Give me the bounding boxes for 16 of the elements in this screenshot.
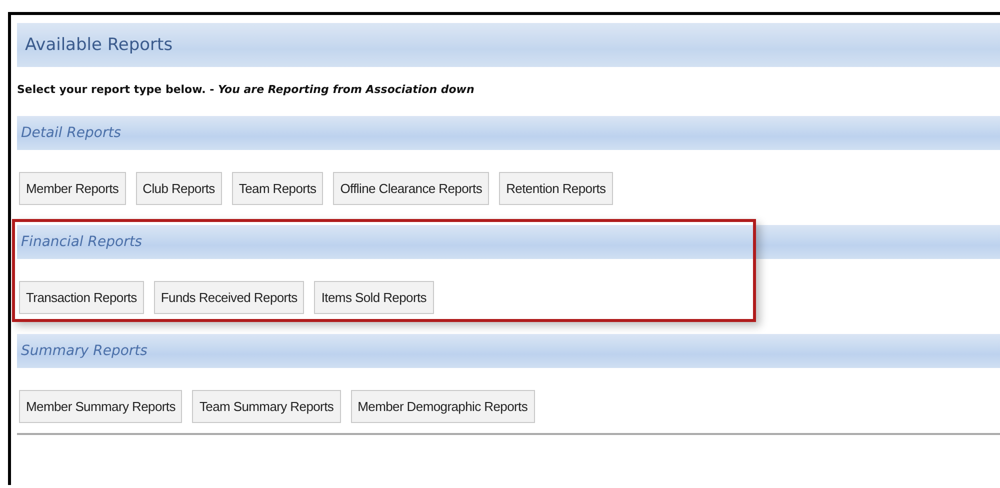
report-button[interactable]: Club Reports — [136, 172, 222, 205]
instruction-text: Select your report type below. - You are Reporting from Association down — [17, 83, 476, 96]
report-button[interactable]: Member Reports — [19, 172, 126, 205]
report-button[interactable]: Team Summary Reports — [192, 390, 341, 423]
report-button[interactable]: Funds Received Reports — [154, 281, 304, 314]
report-button[interactable]: Retention Reports — [499, 172, 613, 205]
report-button[interactable]: Items Sold Reports — [314, 281, 434, 314]
report-button[interactable]: Member Summary Reports — [19, 390, 182, 423]
report-button[interactable]: Member Demographic Reports — [350, 390, 535, 423]
section-title: Detail Reports — [21, 125, 122, 141]
report-button[interactable]: Team Reports — [232, 172, 324, 205]
report-button[interactable]: Transaction Reports — [19, 281, 144, 314]
section-title: Financial Reports — [21, 234, 142, 250]
page-title: Available Reports — [25, 35, 173, 55]
report-button[interactable]: Offline Clearance Reports — [333, 172, 490, 205]
section-title: Summary Reports — [21, 343, 148, 359]
